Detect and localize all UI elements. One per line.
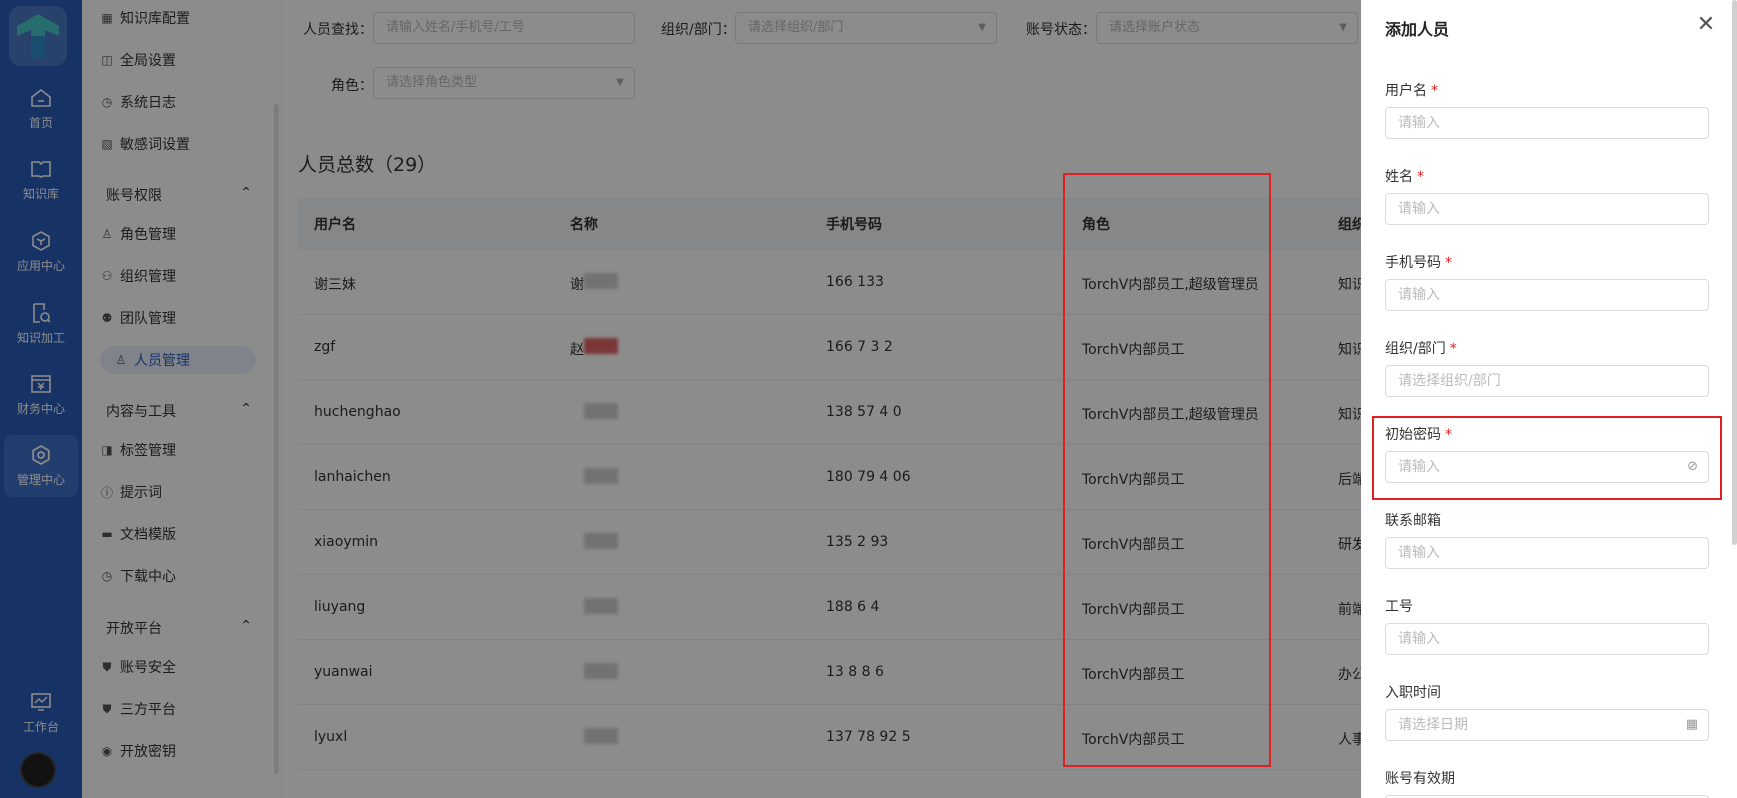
- input-placeholder: 请输入: [1398, 545, 1440, 561]
- calendar-icon[interactable]: ▦: [1686, 710, 1698, 740]
- password-field-highlight: [1372, 416, 1722, 500]
- field-label: 工号: [1385, 596, 1417, 616]
- input-placeholder: 请选择组织/部门: [1398, 373, 1501, 389]
- field-label-text: 工号: [1385, 599, 1413, 615]
- field-label-text: 用户名: [1385, 83, 1427, 99]
- field-label: 手机号码 *: [1385, 252, 1452, 272]
- field-label-text: 组织/部门: [1385, 341, 1446, 357]
- form-input[interactable]: 请输入: [1385, 107, 1709, 139]
- form-input[interactable]: 请选择组织/部门: [1385, 365, 1709, 397]
- field-label-text: 账号有效期: [1385, 771, 1455, 787]
- form-input[interactable]: 请输入: [1385, 623, 1709, 655]
- field-label: 姓名 *: [1385, 166, 1424, 186]
- field-label: 组织/部门 *: [1385, 338, 1457, 358]
- field-label: 联系邮箱: [1385, 510, 1445, 530]
- input-placeholder: 请输入: [1398, 115, 1440, 131]
- required-mark: *: [1431, 83, 1438, 99]
- required-mark: *: [1445, 255, 1452, 271]
- field-label-text: 手机号码: [1385, 255, 1441, 271]
- form-input[interactable]: 请输入: [1385, 537, 1709, 569]
- field-label-text: 姓名: [1385, 169, 1413, 185]
- field-label: 入职时间: [1385, 682, 1445, 702]
- field-label: 账号有效期: [1385, 768, 1459, 788]
- input-placeholder: 请输入: [1398, 287, 1440, 303]
- field-label-text: 入职时间: [1385, 685, 1441, 701]
- input-placeholder: 请输入: [1398, 201, 1440, 217]
- role-column-highlight: [1063, 173, 1271, 767]
- add-user-drawer: 添加人员 ✕ 用户名 * 请输入 姓名 * 请输入 手机号码 * 请输入 组织/部门 * 请选择组织/…: [1361, 0, 1737, 798]
- field-label: 用户名 *: [1385, 80, 1438, 100]
- form-input[interactable]: 请输入: [1385, 279, 1709, 311]
- drawer-title: 添加人员: [1385, 20, 1450, 39]
- form-input[interactable]: 请输入: [1385, 193, 1709, 225]
- drawer-scrollbar[interactable]: [1732, 0, 1737, 545]
- field-label-text: 联系邮箱: [1385, 513, 1441, 529]
- input-placeholder: 请选择日期: [1398, 717, 1468, 733]
- close-icon[interactable]: ✕: [1695, 14, 1717, 36]
- input-placeholder: 请输入: [1398, 631, 1440, 647]
- form-input[interactable]: 请选择日期 ▦: [1385, 709, 1709, 741]
- required-mark: *: [1449, 341, 1457, 357]
- required-mark: *: [1417, 169, 1424, 185]
